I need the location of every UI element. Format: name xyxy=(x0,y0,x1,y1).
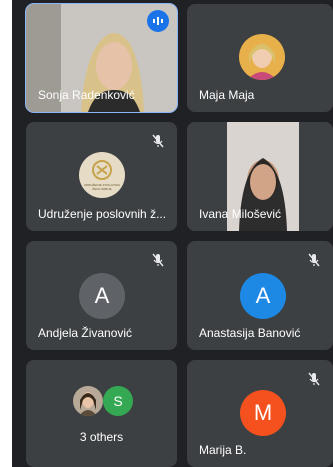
participant-tile-andjela[interactable]: A Andjela Živanović xyxy=(26,241,177,350)
logo-text: UDRUŽENJE POSLOVNIH ŽENA SRBIJE xyxy=(83,183,121,191)
avatar xyxy=(73,386,103,416)
participant-name: Marija B. xyxy=(199,443,247,457)
left-edge xyxy=(0,0,12,467)
avatar: A xyxy=(240,273,286,319)
avatar xyxy=(239,34,285,80)
participant-name: Maja Maja xyxy=(199,88,255,102)
mic-off-icon xyxy=(149,132,167,150)
participant-name: Anastasija Banović xyxy=(199,326,301,340)
participant-tile-udruzenje[interactable]: UDRUŽENJE POSLOVNIH ŽENA SRBIJE Udruženj… xyxy=(26,122,177,231)
others-count: 3 others xyxy=(79,430,124,444)
mic-off-icon xyxy=(305,370,323,388)
participant-tile-maja[interactable]: Maja Maja xyxy=(187,4,333,112)
participant-tile-marija[interactable]: M Marija B. xyxy=(187,360,333,467)
avatar: S xyxy=(103,386,133,416)
organization-logo: UDRUŽENJE POSLOVNIH ŽENA SRBIJE xyxy=(79,152,125,198)
participant-name: Andjela Živanović xyxy=(38,326,133,340)
participant-name: Udruženje poslovnih ž... xyxy=(38,207,167,221)
avatar: M xyxy=(240,390,286,436)
speaking-indicator-icon xyxy=(147,10,169,32)
mic-off-icon xyxy=(305,251,323,269)
participant-tile-anastasija[interactable]: A Anastasija Banović xyxy=(187,241,333,350)
participant-tile-others[interactable]: S 3 others xyxy=(26,360,177,467)
avatar: A xyxy=(79,273,125,319)
participant-name: Ivana Milošević xyxy=(199,207,282,221)
mic-off-icon xyxy=(149,251,167,269)
participant-tile-sonja[interactable]: Sonja Radenković xyxy=(25,3,178,113)
participant-tile-ivana[interactable]: Ivana Milošević xyxy=(187,122,333,231)
participant-name: Sonja Radenković xyxy=(38,88,135,102)
